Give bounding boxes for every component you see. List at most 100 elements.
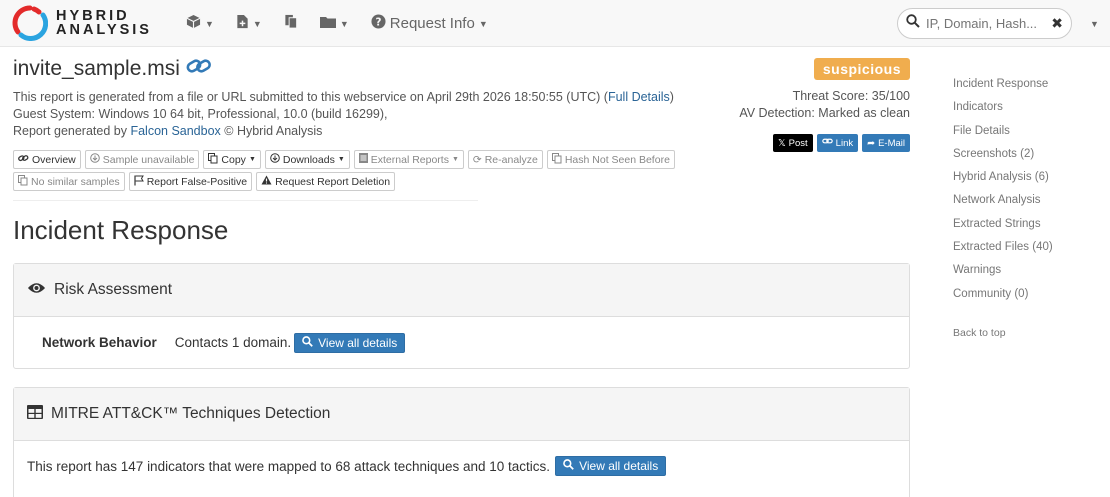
hybrid-analysis-logo[interactable]: HYBRID ANALYSIS <box>12 5 152 41</box>
generated-by-label: Report generated by <box>13 124 131 138</box>
no-similar-samples-button[interactable]: No similar samples <box>13 172 125 191</box>
link-icon <box>821 137 833 149</box>
risk-assessment-title: Risk Assessment <box>54 281 173 298</box>
submission-info-close: ) <box>669 90 674 104</box>
risk-assessment-panel: Risk Assessment Network Behavior Contact… <box>13 263 910 369</box>
mitre-summary-text: This report has 147 indicators that were… <box>27 458 551 474</box>
cube-icon <box>186 14 201 33</box>
share-email-button[interactable]: ➦ E-Mail <box>862 134 910 152</box>
back-to-top-link[interactable]: Back to top <box>953 325 1053 348</box>
permalink-icon[interactable] <box>186 57 212 81</box>
mitre-attack-title: MITRE ATT&CK™ Techniques Detection <box>51 405 331 422</box>
copy-label: Copy <box>221 153 246 166</box>
report-false-positive-label: Report False-Positive <box>146 175 248 188</box>
svg-text:?: ? <box>375 16 381 28</box>
share-x-button[interactable]: 𝕏 Post <box>773 134 813 152</box>
report-false-positive-button[interactable]: Report False-Positive <box>128 172 253 191</box>
copy-icon <box>551 152 562 167</box>
sidebar-item-extracted-strings[interactable]: Extracted Strings <box>953 216 1053 239</box>
refresh-icon: ⟳ <box>472 153 482 166</box>
overview-button[interactable]: Overview <box>13 150 81 169</box>
sidebar-item-warnings[interactable]: Warnings <box>953 262 1053 285</box>
sidebar-item-screenshots[interactable]: Screenshots (2) <box>953 146 1053 169</box>
threat-score: Threat Score: 35/100 <box>792 89 910 103</box>
chevron-down-icon: ▼ <box>337 156 345 163</box>
close-icon[interactable]: ✖ <box>1051 15 1063 32</box>
sidebar-item-indicators[interactable]: Indicators <box>953 99 1053 122</box>
link-icon <box>18 154 29 166</box>
share-x-label: Post <box>788 137 808 149</box>
overview-label: Overview <box>32 153 76 166</box>
view-mitre-details-label: View all details <box>579 459 659 473</box>
chevron-down-icon: ▼ <box>248 156 256 163</box>
sidebar-item-network-analysis[interactable]: Network Analysis <box>953 192 1053 215</box>
nav-copy-button[interactable] <box>284 14 298 33</box>
request-deletion-button[interactable]: Request Report Deletion <box>256 172 396 191</box>
search-icon <box>302 335 313 350</box>
report-main: invite_sample.msi This report is generat… <box>13 55 910 249</box>
hash-not-seen-button[interactable]: Hash Not Seen Before <box>546 150 675 169</box>
download-circle-icon <box>270 153 280 166</box>
chevron-down-icon: ▼ <box>205 18 214 29</box>
chevron-down-icon: ▼ <box>252 18 262 29</box>
report-sidebar-nav: Incident Response Indicators File Detail… <box>953 76 1053 348</box>
sidebar-item-extracted-files[interactable]: Extracted Files (40) <box>953 239 1053 262</box>
network-behavior-label: Network Behavior <box>42 335 157 350</box>
file-name-title: invite_sample.msi <box>13 57 180 80</box>
copyright-text: © Hybrid Analysis <box>220 124 323 138</box>
risk-assessment-header: Risk Assessment <box>14 264 909 317</box>
view-mitre-details-button[interactable]: View all details <box>555 456 667 476</box>
av-detection: AV Detection: Marked as clean <box>739 106 910 120</box>
downloads-dropdown-button[interactable]: Downloads ▼ <box>264 150 350 169</box>
copy-files-icon <box>284 14 298 33</box>
logo-line-2: ANALYSIS <box>56 22 152 38</box>
nav-submit-file-dropdown[interactable]: ▼ <box>236 14 262 33</box>
share-link-button[interactable]: Link <box>816 134 859 152</box>
sidebar-item-incident-response[interactable]: Incident Response <box>953 76 1053 99</box>
external-reports-dropdown-button[interactable]: External Reports ▼ <box>353 150 464 169</box>
chevron-down-icon: ▼ <box>451 156 459 163</box>
nav-folder-dropdown[interactable]: ▼ <box>319 15 349 33</box>
reanalyze-button[interactable]: ⟳ Re-analyze <box>467 150 543 169</box>
external-reports-label: External Reports <box>370 153 449 166</box>
copy-icon <box>18 174 28 189</box>
divider <box>13 200 478 201</box>
copy-dropdown-button[interactable]: Copy ▼ <box>203 150 261 169</box>
request-info-label: Request Info <box>389 15 475 32</box>
warning-icon <box>261 175 272 188</box>
eye-icon <box>27 281 46 300</box>
question-circle-icon: ? <box>371 14 386 33</box>
search-icon <box>563 459 574 473</box>
search-icon <box>906 14 920 33</box>
x-logo-icon: 𝕏 <box>778 137 786 149</box>
full-details-link[interactable]: Full Details <box>608 90 670 104</box>
sample-unavailable-button[interactable]: Sample unavailable <box>84 150 200 169</box>
search-input[interactable] <box>926 16 1044 31</box>
sidebar-item-file-details[interactable]: File Details <box>953 123 1053 146</box>
chevron-down-icon: ▼ <box>339 18 349 29</box>
sidebar-item-community[interactable]: Community (0) <box>953 286 1053 309</box>
sidebar-item-hybrid-analysis[interactable]: Hybrid Analysis (6) <box>953 169 1053 192</box>
request-deletion-label: Request Report Deletion <box>275 175 391 188</box>
network-behavior-text: Contacts 1 domain. <box>174 335 292 350</box>
verdict-badge: suspicious <box>813 58 910 80</box>
verdict-block: suspicious Threat Score: 35/100 AV Detec… <box>739 58 910 152</box>
report-list-icon <box>358 153 368 166</box>
mitre-attack-header: MITRE ATT&CK™ Techniques Detection <box>14 388 909 441</box>
mitre-attack-body: This report has 147 indicators that were… <box>14 441 909 491</box>
risk-assessment-body: Network Behavior Contacts 1 domain. View… <box>14 317 909 368</box>
logo-ring-icon <box>12 5 49 41</box>
view-network-details-label: View all details <box>318 335 398 350</box>
chevron-down-icon: ▼ <box>478 18 488 29</box>
incident-response-heading: Incident Response <box>13 215 229 245</box>
view-network-details-button[interactable]: View all details <box>294 332 406 353</box>
falcon-sandbox-link[interactable]: Falcon Sandbox <box>130 124 220 138</box>
search-options-chevron-icon[interactable]: ▼ <box>1090 19 1099 29</box>
share-email-label: E-Mail <box>878 137 905 149</box>
nav-sandbox-dropdown[interactable]: ▼ <box>186 14 214 33</box>
nav-request-info-dropdown[interactable]: ? Request Info ▼ <box>371 14 488 33</box>
mitre-attack-panel: MITRE ATT&CK™ Techniques Detection This … <box>13 387 910 497</box>
search-box: ✖ <box>897 8 1072 39</box>
folder-icon <box>319 15 336 33</box>
submission-info: This report is generated from a file or … <box>13 90 608 104</box>
